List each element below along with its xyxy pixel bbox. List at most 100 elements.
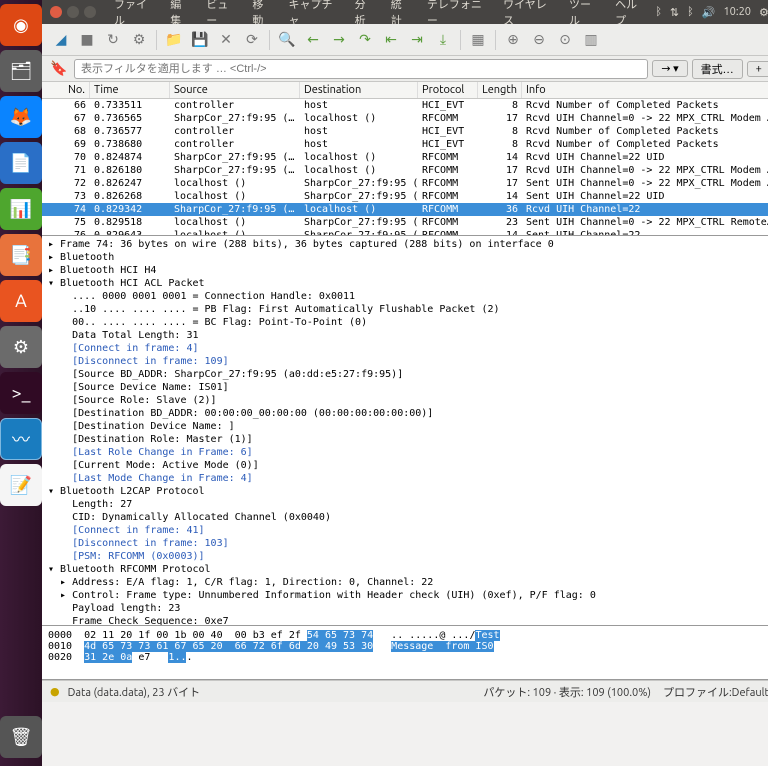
detail-line[interactable]: Data Total Length: 31 <box>48 329 768 342</box>
detail-line[interactable]: [Destination Role: Master (1)] <box>48 433 768 446</box>
detail-line[interactable]: [Destination BD_ADDR: 00:00:00_00:00:00 … <box>48 407 768 420</box>
detail-line[interactable]: [Source Device Name: IS01] <box>48 381 768 394</box>
detail-line[interactable]: ▸ Bluetooth <box>48 251 768 264</box>
hex-row[interactable]: 0010 4d 65 73 73 61 67 65 20 66 72 6f 6d… <box>48 641 768 652</box>
colorize-icon[interactable]: ▦ <box>467 29 489 51</box>
header-no[interactable]: No. <box>42 82 90 98</box>
files-icon[interactable]: 🗂 <box>0 50 42 92</box>
packet-row[interactable]: 670.736565SharpCor_27:f9:95 (…localhost … <box>42 112 768 125</box>
restart-capture-icon[interactable]: ↻ <box>102 29 124 51</box>
editor-icon[interactable]: 📝 <box>0 464 42 506</box>
zoom-reset-icon[interactable]: ⊙ <box>554 29 576 51</box>
header-destination[interactable]: Destination <box>300 82 418 98</box>
header-info[interactable]: Info <box>522 82 768 98</box>
packet-row[interactable]: 690.738680controllerhostHCI_EVT8Rcvd Num… <box>42 138 768 151</box>
packet-row[interactable]: 680.736577controllerhostHCI_EVT8Rcvd Num… <box>42 125 768 138</box>
detail-line[interactable]: Frame Check Sequence: 0xe7 <box>48 615 768 626</box>
zoom-out-icon[interactable]: ⊖ <box>528 29 550 51</box>
reload-icon[interactable]: ⟳ <box>241 29 263 51</box>
packet-row[interactable]: 730.826268localhost ()SharpCor_27:f9:95 … <box>42 190 768 203</box>
go-first-icon[interactable]: ⇤ <box>380 29 402 51</box>
maximize-button[interactable] <box>84 6 96 18</box>
detail-line[interactable]: CID: Dynamically Allocated Channel (0x00… <box>48 511 768 524</box>
detail-line[interactable]: Length: 27 <box>48 498 768 511</box>
header-protocol[interactable]: Protocol <box>418 82 478 98</box>
detail-line[interactable]: ▸ Bluetooth HCI H4 <box>48 264 768 277</box>
display-filter-input[interactable] <box>74 59 648 79</box>
impress-icon[interactable]: 📑 <box>0 234 42 276</box>
go-forward-icon[interactable]: → <box>328 29 350 51</box>
network-icon[interactable]: ⇅ <box>670 6 679 19</box>
packet-row[interactable]: 700.824874SharpCor_27:f9:95 (…localhost … <box>42 151 768 164</box>
detail-line[interactable]: [Disconnect in frame: 103] <box>48 537 768 550</box>
detail-line[interactable]: ▸ Frame 74: 36 bytes on wire (288 bits),… <box>48 238 768 251</box>
expression-button[interactable]: 書式… <box>692 59 743 79</box>
bookmark-icon[interactable]: 🔖 <box>48 58 70 80</box>
packet-row[interactable]: 710.826180SharpCor_27:f9:95 (…localhost … <box>42 164 768 177</box>
apply-filter-button[interactable]: → ▾ <box>652 60 687 77</box>
calc-icon[interactable]: 📊 <box>0 188 42 230</box>
find-packet-icon[interactable]: 🔍 <box>276 29 298 51</box>
detail-line[interactable]: [PSM: RFCOMM (0x0003)] <box>48 550 768 563</box>
detail-line[interactable]: [Source BD_ADDR: SharpCor_27:f9:95 (a0:d… <box>48 368 768 381</box>
close-file-icon[interactable]: ✕ <box>215 29 237 51</box>
detail-line[interactable]: ▾ Bluetooth L2CAP Protocol <box>48 485 768 498</box>
header-time[interactable]: Time <box>90 82 170 98</box>
detail-line[interactable]: Payload length: 23 <box>48 602 768 615</box>
packet-row[interactable]: 760.829643localhost ()SharpCor_27:f9:95 … <box>42 229 768 236</box>
zoom-in-icon[interactable]: ⊕ <box>502 29 524 51</box>
detail-line[interactable]: 00.. .... .... .... = BC Flag: Point-To-… <box>48 316 768 329</box>
detail-line[interactable]: [Current Mode: Active Mode (0)] <box>48 459 768 472</box>
minimize-button[interactable] <box>67 6 79 18</box>
header-source[interactable]: Source <box>170 82 300 98</box>
writer-icon[interactable]: 📄 <box>0 142 42 184</box>
packet-row[interactable]: 720.826247localhost ()SharpCor_27:f9:95 … <box>42 177 768 190</box>
open-file-icon[interactable]: 📁 <box>163 29 185 51</box>
wireshark-icon[interactable]: 〰 <box>0 418 42 460</box>
header-length[interactable]: Length <box>478 82 522 98</box>
start-capture-icon[interactable]: ◢ <box>50 29 72 51</box>
hex-row[interactable]: 0020 31 2e 0a e7 1... <box>48 652 768 663</box>
detail-line[interactable]: [Destination Device Name: ] <box>48 420 768 433</box>
packet-row[interactable]: 660.733511controllerhostHCI_EVT8Rcvd Num… <box>42 99 768 112</box>
dash-icon[interactable]: ◉ <box>0 4 42 46</box>
software-icon[interactable]: A <box>0 280 42 322</box>
resize-columns-icon[interactable]: ▥ <box>580 29 602 51</box>
detail-line[interactable]: [Last Mode Change in Frame: 4] <box>48 472 768 485</box>
expert-info-icon[interactable]: ● <box>50 685 60 698</box>
detail-line[interactable]: ▸ Address: E/A flag: 1, C/R flag: 1, Dir… <box>48 576 768 589</box>
detail-line[interactable]: [Source Role: Slave (2)] <box>48 394 768 407</box>
packet-details-pane[interactable]: ▸ Frame 74: 36 bytes on wire (288 bits),… <box>42 236 768 626</box>
packet-list-pane[interactable]: No. Time Source Destination Protocol Len… <box>42 82 768 236</box>
detail-line[interactable]: ..10 .... .... .... = PB Flag: First Aut… <box>48 303 768 316</box>
detail-line[interactable]: ▸ Control: Frame type: Unnumbered Inform… <box>48 589 768 602</box>
add-filter-button[interactable]: + <box>747 61 768 77</box>
status-profile[interactable]: プロファイル:Default <box>663 684 768 700</box>
bluetooth2-icon[interactable]: ᛒ <box>687 6 694 18</box>
detail-line[interactable]: ▾ Bluetooth HCI ACL Packet <box>48 277 768 290</box>
close-button[interactable] <box>50 6 62 18</box>
packet-bytes-pane[interactable]: 0000 02 11 20 1f 00 1b 00 40 00 b3 ef 2f… <box>42 626 768 680</box>
detail-line[interactable]: [Connect in frame: 4] <box>48 342 768 355</box>
go-last-icon[interactable]: ⇥ <box>406 29 428 51</box>
go-back-icon[interactable]: ← <box>302 29 324 51</box>
detail-line[interactable]: ▾ Bluetooth RFCOMM Protocol <box>48 563 768 576</box>
detail-line[interactable]: [Last Role Change in Frame: 6] <box>48 446 768 459</box>
firefox-icon[interactable]: 🦊 <box>0 96 42 138</box>
detail-line[interactable]: [Disconnect in frame: 109] <box>48 355 768 368</box>
gear-icon[interactable]: ⚙ <box>759 6 768 19</box>
go-to-packet-icon[interactable]: ↷ <box>354 29 376 51</box>
trash-icon[interactable]: 🗑 <box>0 716 42 758</box>
settings-icon[interactable]: ⚙ <box>0 326 42 368</box>
save-file-icon[interactable]: 💾 <box>189 29 211 51</box>
volume-icon[interactable]: 🔊 <box>702 6 716 19</box>
packet-row[interactable]: 740.829342SharpCor_27:f9:95 (…localhost … <box>42 203 768 216</box>
capture-options-icon[interactable]: ⚙ <box>128 29 150 51</box>
stop-capture-icon[interactable]: ■ <box>76 29 98 51</box>
detail-line[interactable]: .... 0000 0001 0001 = Connection Handle:… <box>48 290 768 303</box>
packet-row[interactable]: 750.829518localhost ()SharpCor_27:f9:95 … <box>42 216 768 229</box>
hex-row[interactable]: 0000 02 11 20 1f 00 1b 00 40 00 b3 ef 2f… <box>48 630 768 641</box>
clock[interactable]: 10:20 <box>723 6 751 18</box>
detail-line[interactable]: [Connect in frame: 41] <box>48 524 768 537</box>
terminal-icon[interactable]: >_ <box>0 372 42 414</box>
